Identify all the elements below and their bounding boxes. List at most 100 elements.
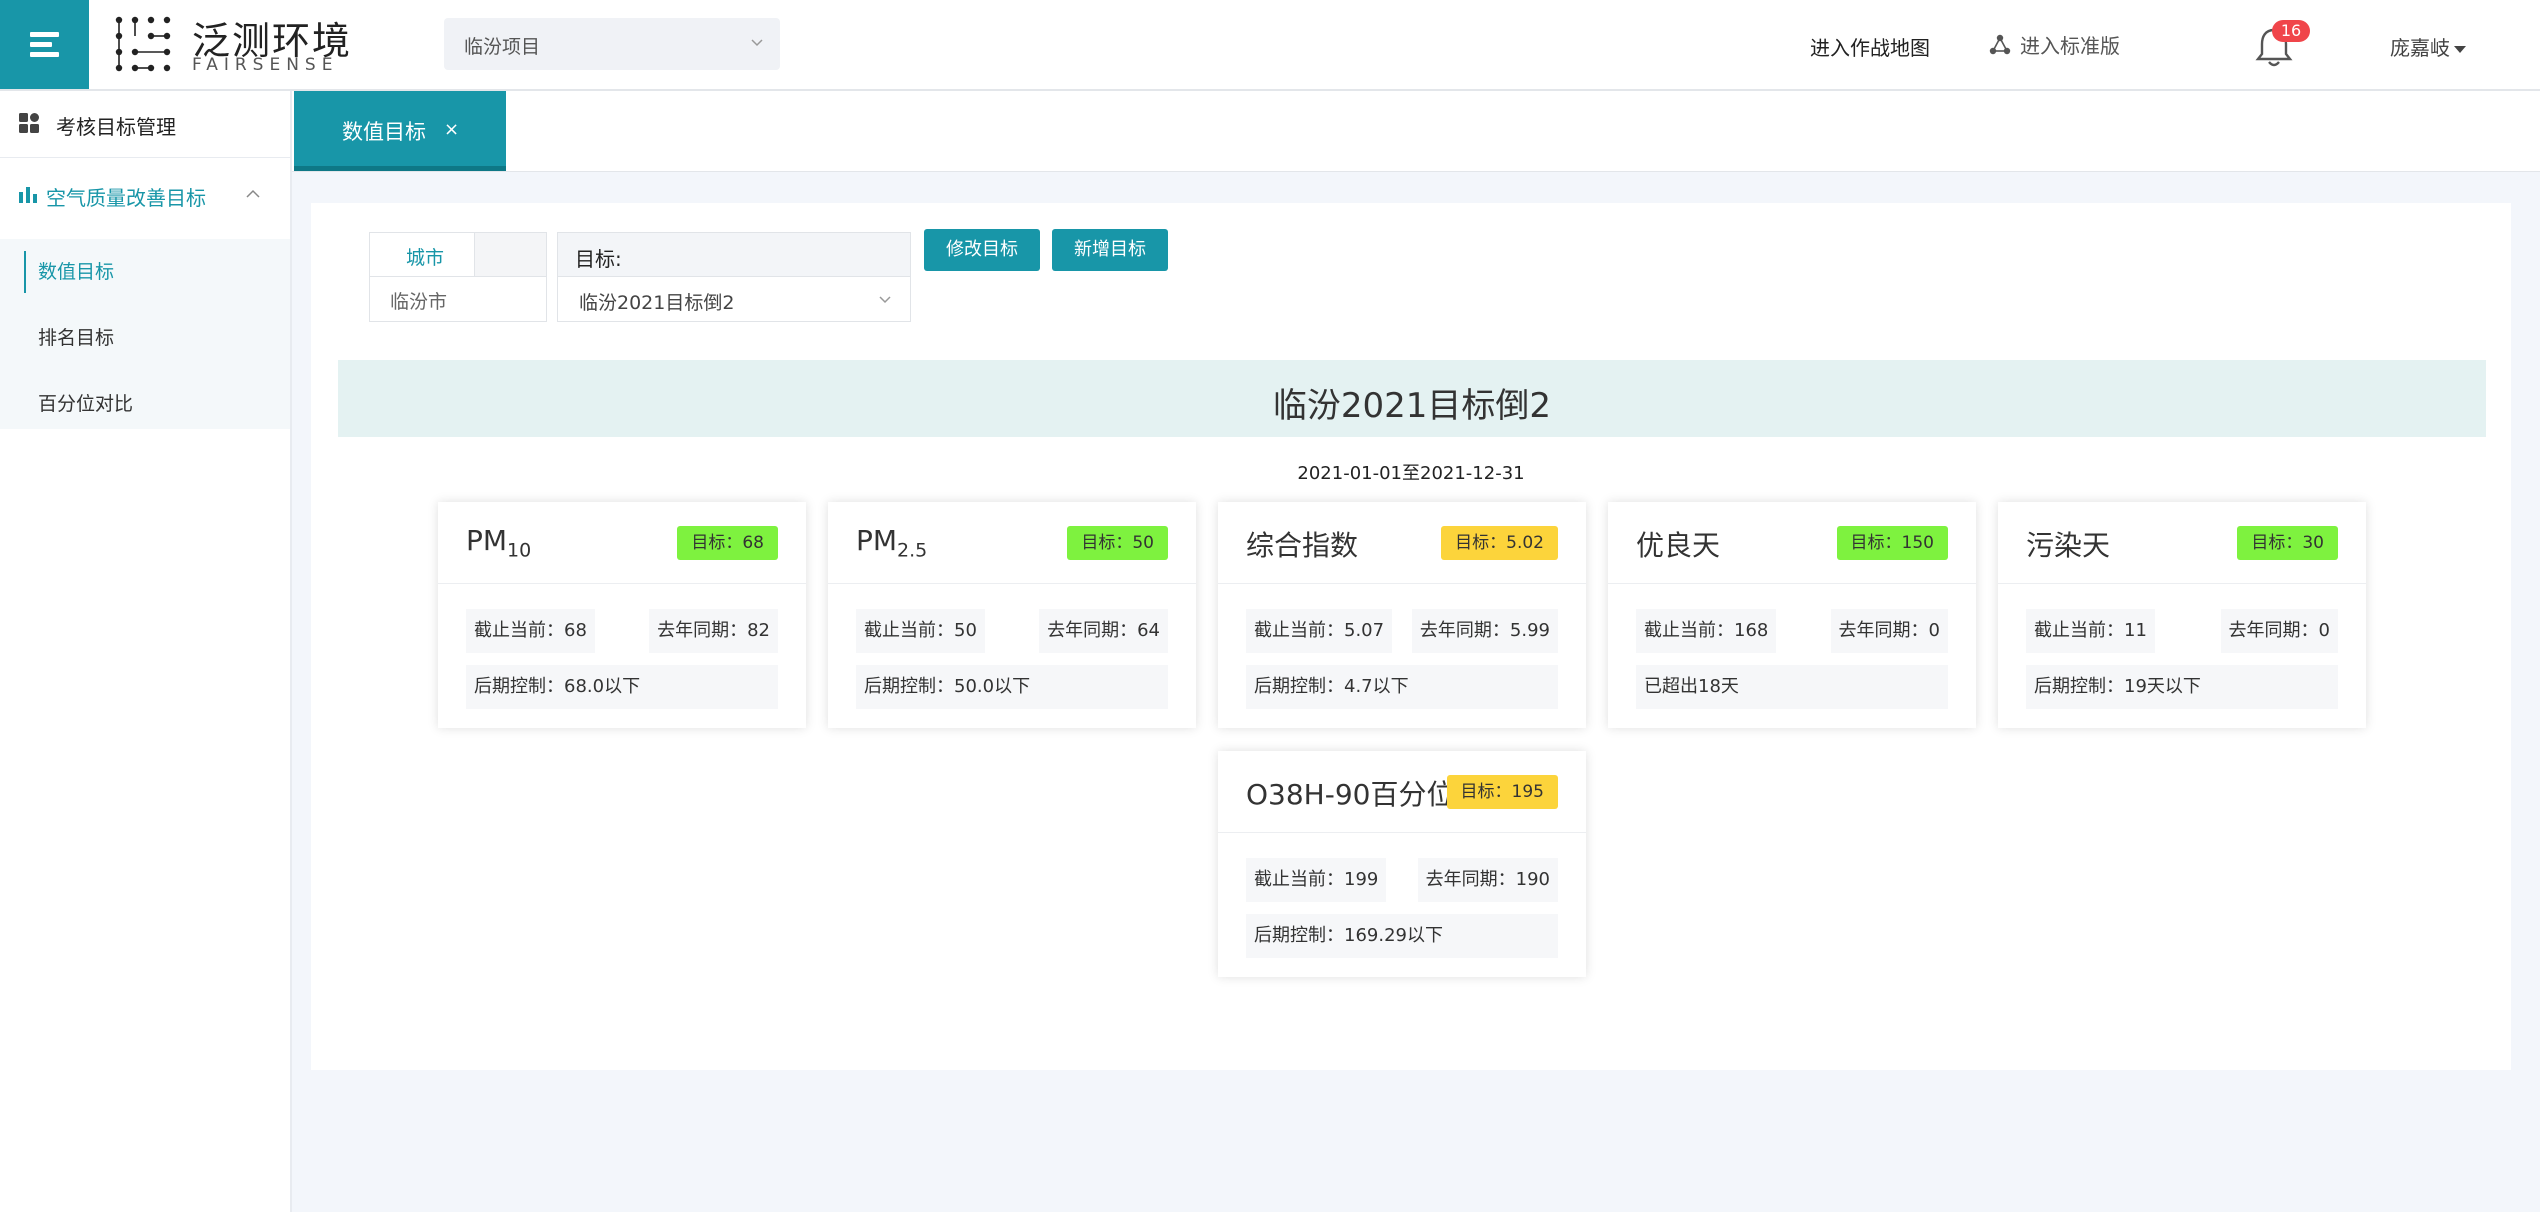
target-badge: 目标：30	[2237, 526, 2338, 560]
control-value: 已超出18天	[1636, 665, 1948, 709]
metric-card-good-days: 优良天 目标：150 截止当前：168 去年同期：0 已超出18天	[1608, 502, 1976, 728]
card-title: 污染天	[2026, 529, 2111, 562]
card-title: PM2.5	[856, 524, 927, 562]
card-title: 优良天	[1636, 529, 1721, 562]
top-header: 泛测环境 FAIRSENSE 临汾项目 进入作战地图 进入标准版 16 庞嘉岐	[0, 0, 2540, 91]
sidebar-item-label: 考核目标管理	[56, 115, 176, 139]
menu-toggle-button[interactable]	[0, 0, 89, 89]
tab-label: 数值目标	[342, 120, 426, 144]
hamburger-icon-bar	[30, 42, 52, 47]
card-divider	[1218, 583, 1586, 584]
network-icon	[1989, 34, 2011, 54]
city-option[interactable]: 临汾市	[370, 277, 546, 321]
card-divider	[1998, 583, 2366, 584]
target-badge: 目标：5.02	[1441, 526, 1558, 560]
standard-version-label: 进入标准版	[2020, 34, 2120, 58]
metric-card-pm10: PM10 目标：68 截止当前：68 去年同期：82 后期控制：68.0以下	[438, 502, 806, 728]
target-label-text: 目标:	[575, 247, 622, 271]
sidebar-item-label: 百分位对比	[38, 393, 134, 415]
standard-version-link[interactable]: 进入标准版	[1988, 30, 2120, 59]
last-year-value: 去年同期：64	[1039, 609, 1168, 653]
main-panel: 城市 临汾市 目标: 临汾2021目标倒2 修改目标 新增目标 临汾2021目标…	[311, 203, 2511, 1070]
target-label: 目标:	[558, 233, 910, 277]
card-title: O38H-90百分位	[1246, 778, 1455, 811]
target-select-value: 临汾2021目标倒2	[579, 292, 735, 314]
caret-down-icon	[2454, 46, 2466, 53]
active-indicator	[24, 251, 26, 293]
chevron-down-icon	[879, 296, 891, 304]
metric-card-pm25: PM2.5 目标：50 截止当前：50 去年同期：64 后期控制：50.0以下	[828, 502, 1196, 728]
close-icon[interactable]: ×	[444, 119, 459, 140]
card-title-subscript: 10	[507, 539, 532, 562]
metric-card-polluted-days: 污染天 目标：30 截止当前：11 去年同期：0 后期控制：19天以下	[1998, 502, 2366, 728]
last-year-value: 去年同期：82	[649, 609, 778, 653]
sidebar-item-label: 排名目标	[38, 327, 115, 349]
sidebar-group-label: 空气质量改善目标	[46, 186, 206, 210]
sidebar-item-percentile-compare[interactable]: 百分位对比	[0, 371, 290, 433]
banner-title: 临汾2021目标倒2	[1272, 386, 1552, 426]
city-header-blank	[475, 233, 546, 277]
metric-card-composite-index: 综合指数 目标：5.02 截止当前：5.07 去年同期：5.99 后期控制：4.…	[1218, 502, 1586, 728]
tab-bar: 数值目标 ×	[292, 91, 2540, 172]
add-target-button[interactable]: 新增目标	[1052, 229, 1168, 271]
metric-card-o3-percentile: O38H-90百分位 目标：195 截止当前：199 去年同期：190 后期控制…	[1218, 751, 1586, 977]
target-select[interactable]: 临汾2021目标倒2	[558, 277, 910, 321]
city-selector: 城市 临汾市	[369, 232, 547, 322]
project-select[interactable]: 临汾项目	[444, 18, 780, 70]
logo-subtitle: FAIRSENSE	[192, 55, 339, 75]
card-title: 综合指数	[1246, 529, 1359, 562]
current-value: 截止当前：50	[856, 609, 985, 653]
current-value: 截止当前：5.07	[1246, 609, 1393, 653]
current-value: 截止当前：11	[2026, 609, 2155, 653]
card-divider	[1608, 583, 1976, 584]
city-header-label: 城市	[406, 247, 445, 269]
edit-target-button[interactable]: 修改目标	[924, 229, 1040, 271]
chevron-up-icon	[246, 189, 260, 198]
city-header: 城市	[370, 233, 475, 277]
hamburger-icon-bar	[30, 52, 59, 57]
user-menu[interactable]: 庞嘉岐	[2390, 32, 2466, 61]
sidebar-item-label: 数值目标	[38, 261, 115, 283]
hamburger-icon	[30, 32, 59, 37]
user-name: 庞嘉岐	[2390, 36, 2450, 60]
card-divider	[438, 583, 806, 584]
control-value: 后期控制：50.0以下	[856, 665, 1168, 709]
control-value: 后期控制：4.7以下	[1246, 665, 1558, 709]
chevron-down-icon	[751, 39, 763, 47]
sidebar-submenu: 数值目标 排名目标 百分位对比	[0, 239, 290, 429]
project-select-value: 临汾项目	[464, 36, 541, 58]
notification-badge: 16	[2272, 20, 2310, 42]
logo-icon	[115, 16, 171, 72]
sidebar: 考核目标管理 空气质量改善目标 数值目标 排名目标 百分位对比	[0, 91, 292, 1212]
control-value: 后期控制：19天以下	[2026, 665, 2338, 709]
city-value: 临汾市	[390, 291, 448, 313]
last-year-value: 去年同期：0	[2220, 609, 2338, 653]
last-year-value: 去年同期：0	[1830, 609, 1948, 653]
card-title-text: PM	[466, 524, 508, 557]
target-banner: 临汾2021目标倒2	[338, 360, 2486, 437]
target-badge: 目标：50	[1067, 526, 1168, 560]
battle-map-link[interactable]: 进入作战地图	[1810, 32, 1930, 61]
bar-chart-icon	[19, 187, 37, 203]
card-divider	[1218, 832, 1586, 833]
card-title-text: PM	[856, 524, 898, 557]
last-year-value: 去年同期：5.99	[1411, 609, 1558, 653]
target-badge: 目标：195	[1446, 775, 1558, 809]
sidebar-item-ranking-target[interactable]: 排名目标	[0, 305, 290, 367]
sidebar-group-air-quality[interactable]: 空气质量改善目标	[0, 158, 290, 230]
last-year-value: 去年同期：190	[1417, 858, 1558, 902]
date-range: 2021-01-01至2021-12-31	[1297, 463, 1525, 484]
current-value: 截止当前：168	[1636, 609, 1777, 653]
tab-numeric-target[interactable]: 数值目标 ×	[294, 91, 506, 171]
target-badge: 目标：68	[677, 526, 778, 560]
target-selector: 目标: 临汾2021目标倒2	[557, 232, 911, 322]
card-title-subscript: 2.5	[897, 539, 928, 562]
sidebar-item-target-management[interactable]: 考核目标管理	[0, 91, 290, 158]
card-title: PM10	[466, 524, 531, 562]
control-value: 后期控制：68.0以下	[466, 665, 778, 709]
target-badge: 目标：150	[1836, 526, 1948, 560]
current-value: 截止当前：199	[1246, 858, 1387, 902]
current-value: 截止当前：68	[466, 609, 595, 653]
sidebar-item-numeric-target[interactable]: 数值目标	[0, 239, 290, 301]
control-value: 后期控制：169.29以下	[1246, 914, 1558, 958]
